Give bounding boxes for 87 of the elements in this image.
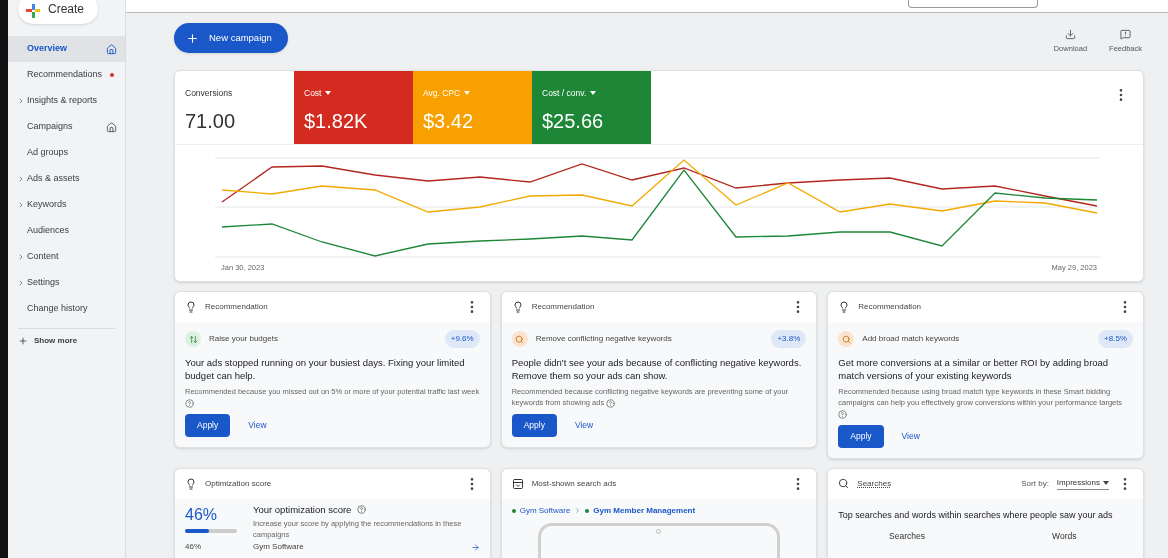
lightbulb-icon [185, 301, 197, 313]
sidebar-item[interactable]: Campaigns [8, 114, 125, 140]
breadcrumb-link[interactable]: Gym Software [519, 504, 571, 517]
sidebar-item[interactable]: Ads & assets [8, 166, 125, 192]
card-title: Most-shown search ads [531, 477, 618, 490]
column-header: Words [1051, 529, 1078, 543]
sidebar-item[interactable]: Change history [8, 296, 125, 322]
plus-logo-icon [26, 4, 40, 18]
help-icon[interactable] [838, 409, 848, 419]
sidebar-item[interactable]: Settings [8, 270, 125, 296]
search-field[interactable] [908, 0, 1038, 8]
expand-caret-icon[interactable] [17, 175, 25, 183]
breadcrumb-separator-icon [574, 507, 582, 515]
card-title: Optimization score [205, 477, 273, 490]
campaign-name: Gym Software [253, 541, 305, 553]
view-link[interactable]: View [901, 430, 920, 443]
optimization-score: 46% [185, 504, 219, 525]
apply-button[interactable]: Apply [185, 414, 231, 437]
plus-icon [18, 336, 28, 346]
lightbulb-icon [838, 301, 851, 313]
dropdown-caret-icon[interactable] [325, 91, 332, 96]
download-icon [1064, 29, 1076, 41]
sidebar-item[interactable]: Content [8, 244, 125, 270]
card-title: Recommendation [205, 301, 269, 313]
uplift-badge: +3.8% [771, 330, 807, 348]
metric-label: Avg. CPC [423, 87, 461, 100]
recommendation-headline: People didn't see your ads because of conflicting negative keywords. Remove them so your ads can show. [511, 356, 803, 382]
sort-dropdown[interactable]: Impressions [1056, 477, 1109, 491]
uplift-badge: +9.6% [444, 330, 480, 348]
metric-label: Conversions [185, 87, 233, 100]
create-button[interactable]: Create [18, 0, 98, 24]
card-title: Recommendation [531, 301, 596, 313]
column-header: Searches [888, 529, 926, 543]
expand-caret-icon[interactable] [17, 201, 25, 209]
sidebar-item[interactable]: Recommendations [8, 62, 125, 88]
searches-description: Top searches and words within searches where people saw your ads [837, 508, 1114, 522]
arrow-right-icon[interactable] [470, 542, 480, 552]
lightbulb-icon [185, 477, 197, 490]
metric-value: $3.42 [423, 108, 475, 134]
new-campaign-button[interactable]: New campaign [174, 23, 288, 53]
dropdown-caret-icon [1103, 481, 1109, 486]
dropdown-caret-icon[interactable] [464, 91, 471, 96]
recommendation-headline: Your ads stopped running on your busiest days. Fixing your limited budget can help. [185, 356, 466, 382]
recommendation-headline: Get more conversions at a similar or better ROI by adding broad match versions of your existing keywords [838, 356, 1110, 382]
sidebar-item[interactable]: Ad groups [8, 140, 125, 166]
sidebar-item[interactable]: Overview [8, 36, 125, 62]
search-icon [838, 478, 850, 490]
recommendation-name: Add broad match keywords [862, 333, 961, 345]
expand-caret-icon[interactable] [17, 253, 25, 261]
sort-label: Sort by: [1021, 477, 1049, 490]
metric-value: $1.82K [304, 108, 369, 134]
recommendation-name: Remove conflicting negative keywords [535, 333, 673, 345]
card-title[interactable]: Searches [857, 477, 1014, 490]
apply-button[interactable]: Apply [838, 425, 884, 448]
optimization-heading: Your optimization score [253, 502, 352, 517]
ad-window-icon [511, 477, 524, 490]
breadcrumb-link[interactable]: Gym Member Management [593, 504, 696, 517]
expand-caret-icon[interactable] [17, 97, 25, 105]
sidebar-item[interactable]: Audiences [8, 218, 125, 244]
metric-value: 71.00 [185, 108, 237, 134]
arrows-icon [185, 331, 201, 347]
metric-tile[interactable]: Conversions 71.00 [175, 71, 294, 144]
recommendation-name: Raise your budgets [209, 333, 279, 345]
metric-label: Cost / conv. [542, 87, 587, 100]
metric-tile[interactable]: Cost $1.82K [294, 71, 413, 144]
uplift-badge: +8.5% [1098, 330, 1133, 348]
lightbulb-icon [511, 301, 524, 313]
help-icon[interactable] [357, 505, 367, 515]
expand-caret-icon[interactable] [17, 279, 25, 287]
metric-value: $25.66 [542, 108, 605, 134]
search-icon [511, 331, 528, 347]
apply-button[interactable]: Apply [511, 414, 557, 437]
card-title: Recommendation [858, 301, 923, 313]
help-icon[interactable] [606, 398, 616, 408]
dropdown-caret-icon[interactable] [590, 91, 597, 96]
search-icon [838, 331, 855, 347]
feedback-icon [1120, 29, 1132, 41]
sidebar-item[interactable]: Insights & reports [8, 88, 125, 114]
help-icon[interactable] [185, 398, 194, 408]
view-link[interactable]: View [574, 419, 594, 432]
metric-label: Cost [304, 87, 322, 100]
show-more-button[interactable]: Show more [8, 329, 125, 353]
campaign-score: 46% [185, 541, 202, 553]
sidebar-item[interactable]: Keywords [8, 192, 125, 218]
plus-icon [186, 31, 199, 45]
metric-tile[interactable]: Cost / conv. $25.66 [532, 71, 651, 144]
view-link[interactable]: View [248, 419, 267, 432]
